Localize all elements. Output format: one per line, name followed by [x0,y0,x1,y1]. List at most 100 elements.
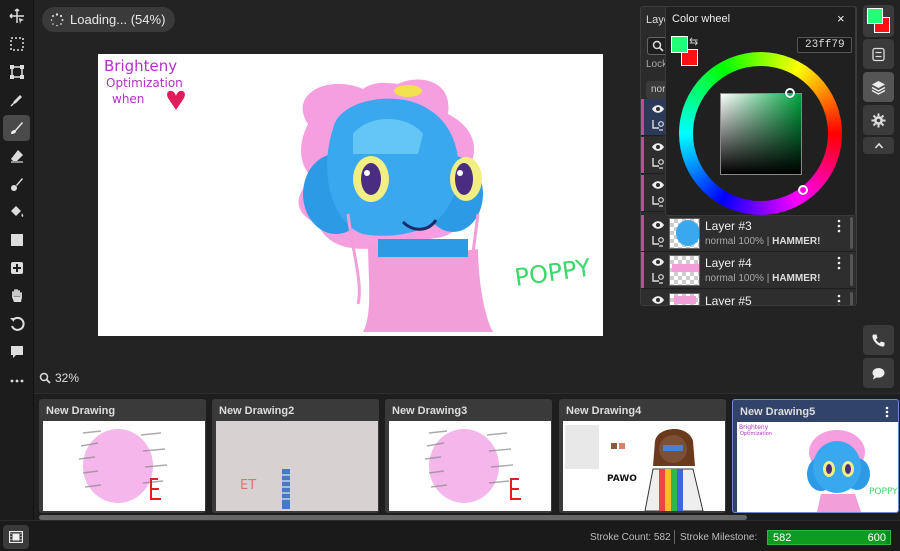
status-divider [674,530,675,544]
layer-meta: normal 100% | HAMMER! [705,236,821,247]
thumb-label: ET [240,478,256,493]
drawing-card[interactable]: New Drawing2 ET [212,399,379,513]
clipping-icon[interactable] [651,195,665,207]
layer-options-icon[interactable] [837,219,841,233]
drawing-title: New Drawing4 [566,405,642,417]
transform-tool-icon[interactable] [3,59,30,85]
call-button[interactable] [863,325,894,355]
film-icon [9,531,23,543]
drawing-card[interactable]: New Drawing [39,399,206,513]
stroke-milestone-label: Stroke Milestone: [680,532,758,543]
drawing-title: New Drawing [46,405,116,417]
collapse-button[interactable] [863,137,894,154]
brush-settings-button[interactable] [863,39,894,69]
layer-row[interactable]: Layer #5 [641,290,856,306]
hex-color-input[interactable]: 23ff79 [797,37,852,53]
zoom-icon [39,372,51,384]
hand-tool-icon[interactable] [3,283,30,309]
drawing-card[interactable]: New Drawing4 PAWO [559,399,726,513]
drawing-card-selected[interactable]: New Drawing5 Brighteny Optimization POPP… [732,399,899,513]
pen-tool-icon[interactable] [3,87,30,113]
drawing-title: New Drawing5 [740,406,816,418]
settings-button[interactable] [863,105,894,135]
layer-opacity: 100% [738,236,764,247]
layer-marker [641,99,644,135]
stroke-count: Stroke Count: 582 [590,532,671,543]
eye-icon[interactable] [651,104,665,114]
signature-text: POPPY [513,254,593,292]
milestone-current-value: 582 [773,532,792,544]
fill-bucket-tool-icon[interactable] [3,199,30,225]
eye-icon[interactable] [651,220,665,230]
color-wheel-popup: Color wheel × ⇆ 23ff79 [665,6,856,216]
drawing-title: New Drawing3 [392,405,468,417]
hue-handle[interactable] [798,185,808,195]
stroke-milestone-progress: 582 600 [767,530,891,545]
drawing-canvas[interactable]: Brighteny Optimization when POPPY [98,54,603,336]
color-wheel-title: Color wheel [672,13,731,25]
close-icon[interactable]: × [837,11,845,26]
layer-options-icon[interactable] [837,256,841,270]
loading-indicator: Loading... (54%) [42,7,176,32]
layer-tag: HAMMER! [772,273,821,284]
eye-icon[interactable] [651,295,665,305]
layer-name: Layer #5 [705,294,752,306]
brush-tool-icon[interactable] [3,115,30,141]
layer-scroll-handle[interactable] [850,217,853,249]
layer-name: Layer #3 [705,219,752,233]
clipping-icon[interactable] [651,235,665,247]
layer-row[interactable]: Layer #4 normal 100% | HAMMER! [641,252,856,289]
drawing-card[interactable]: New Drawing3 [385,399,552,513]
thumb-label: POPPY [869,487,898,497]
layers-button[interactable] [863,72,894,102]
layer-options-icon[interactable] [837,294,841,306]
layer-opacity: 100% [738,273,764,284]
select-tool-icon[interactable] [3,31,30,57]
drawing-thumbnail: PAWO [563,421,725,511]
search-icon [652,40,664,52]
thumb-label: Optimization [740,431,772,437]
loading-text: Loading... (54%) [70,12,166,27]
clipping-icon[interactable] [651,157,665,169]
layer-row[interactable]: Layer #3 normal 100% | HAMMER! [641,215,856,252]
clipping-icon[interactable] [651,119,665,131]
more-tools-icon[interactable] [3,367,30,393]
layer-scroll-handle[interactable] [850,292,853,305]
annotation-text-2: Optimization [106,76,183,90]
layer-scroll-handle[interactable] [850,254,853,286]
character-drawing [298,79,493,332]
layer-marker [641,215,644,251]
timelapse-button[interactable] [3,525,29,549]
gear-icon [871,113,886,127]
layer-blend: normal [705,236,736,247]
drawing-thumbnail: ET [216,421,378,511]
layer-name: Layer #4 [705,256,752,270]
add-tool-icon[interactable] [3,255,30,281]
eye-icon[interactable] [651,180,665,190]
shape-tool-icon[interactable] [3,227,30,253]
comment-tool-icon[interactable] [3,339,30,365]
saturation-value-square[interactable] [720,93,802,175]
clipping-icon[interactable] [651,272,665,284]
primary-color-swatch[interactable] [671,36,688,53]
drawing-thumbnail [43,421,205,511]
chat-button[interactable] [863,358,894,388]
thumb-label: PAWO [607,474,637,484]
sliders-icon [872,47,885,61]
sv-handle[interactable] [785,88,795,98]
move-tool-icon[interactable] [3,3,30,29]
undo-icon[interactable] [3,311,30,337]
color-swatch-button[interactable] [863,5,894,37]
layer-blend: normal [705,273,736,284]
blend-brush-tool-icon[interactable] [3,171,30,197]
eraser-tool-icon[interactable] [3,143,30,169]
layer-marker [641,175,644,211]
paint-app: Loading... (54%) Brighteny Optimization … [0,0,900,551]
swap-colors-icon[interactable]: ⇆ [689,35,698,48]
drawing-options-icon[interactable] [885,406,889,418]
spinner-icon [50,12,64,26]
chat-bubble-icon [872,367,885,379]
eye-icon[interactable] [651,257,665,267]
eye-icon[interactable] [651,142,665,152]
zoom-indicator[interactable]: 32% [39,371,79,385]
